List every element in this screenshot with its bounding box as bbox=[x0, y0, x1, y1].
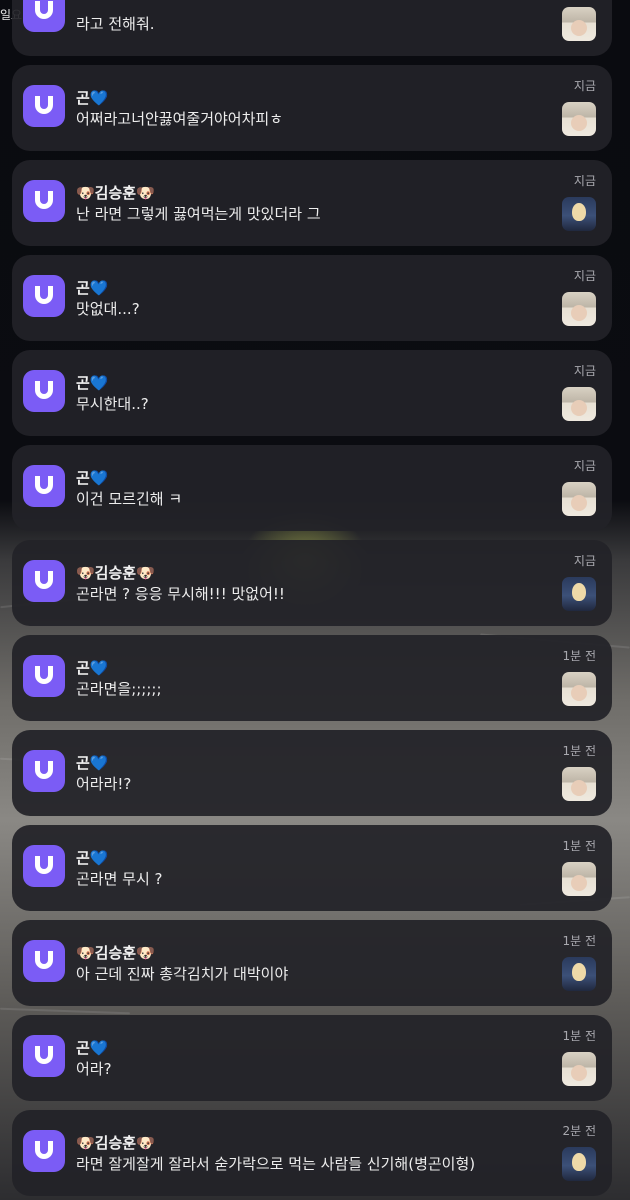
notification-message: 아 근데 진짜 총각김치가 대박이야 bbox=[76, 965, 289, 983]
notification-message: 라고 전해줘. bbox=[76, 15, 155, 33]
gon-avatar bbox=[562, 862, 596, 896]
seunghoon-avatar bbox=[562, 957, 596, 991]
notification-message: 곤라면을;;;;;; bbox=[76, 680, 162, 698]
app-icon bbox=[23, 0, 65, 32]
notification-time: 1분 전 bbox=[562, 649, 596, 663]
notification-time: 1분 전 bbox=[562, 839, 596, 853]
gon-avatar bbox=[562, 292, 596, 326]
notification-message: 어라? bbox=[76, 1060, 112, 1078]
app-icon bbox=[23, 180, 65, 222]
seunghoon-avatar bbox=[562, 197, 596, 231]
notification-card[interactable]: 🐶김승훈🐶 아 근데 진짜 총각김치가 대박이야 1분 전 bbox=[12, 920, 612, 1006]
app-icon bbox=[23, 655, 65, 697]
notification-card[interactable]: 곤💙 무시한대..? 지금 bbox=[12, 350, 612, 436]
gon-avatar bbox=[562, 7, 596, 41]
app-icon bbox=[23, 750, 65, 792]
notification-sender: 곤💙 bbox=[76, 374, 109, 392]
notification-message: 곤라면 무시 ? bbox=[76, 870, 163, 888]
app-icon bbox=[23, 465, 65, 507]
notification-time: 지금 bbox=[573, 364, 596, 378]
notification-time: 1분 전 bbox=[562, 744, 596, 758]
notification-card[interactable]: 곤💙 곤라면을;;;;;; 1분 전 bbox=[12, 635, 612, 721]
notification-card[interactable]: 곤💙 맛없대...? 지금 bbox=[12, 255, 612, 341]
notification-card[interactable]: 🐶김승훈🐶 난 라면 그렇게 끓여먹는게 맛있더라 그 지금 bbox=[12, 160, 612, 246]
notification-message: 이건 모르긴해 ㅋ bbox=[76, 490, 183, 508]
notification-card[interactable]: 곤💙 어라? 1분 전 bbox=[12, 1015, 612, 1101]
notification-sender: 곤💙 bbox=[76, 754, 109, 772]
notification-card[interactable]: 곤💙 어라라!? 1분 전 bbox=[12, 730, 612, 816]
notification-sender: 곤💙 bbox=[76, 89, 109, 107]
notification-time: 지금 bbox=[573, 79, 596, 93]
notification-sender: 🐶김승훈🐶 bbox=[76, 944, 155, 962]
notification-card[interactable]: 🐶김승훈🐶 라면 잘게잘게 잘라서 숟가락으로 먹는 사람들 신기해(병곤이형) 2… bbox=[12, 1110, 612, 1196]
notification-card[interactable]: 곤💙 이건 모르긴해 ㅋ 지금 bbox=[12, 445, 612, 531]
notification-sender: 🐶김승훈🐶 bbox=[76, 184, 155, 202]
notification-time: 지금 bbox=[573, 459, 596, 473]
app-icon bbox=[23, 1130, 65, 1172]
app-icon bbox=[23, 940, 65, 982]
notification-message: 맛없대...? bbox=[76, 300, 140, 318]
notification-sender: 🐶김승훈🐶 bbox=[76, 564, 155, 582]
notification-sender: 곤💙 bbox=[76, 469, 109, 487]
notification-card[interactable]: 곤💙 어쩌라고너안끓여줄거야어차피ㅎ 지금 bbox=[12, 65, 612, 151]
notification-message: 난 라면 그렇게 끓여먹는게 맛있더라 그 bbox=[76, 205, 321, 223]
notification-sender: 곤💙 bbox=[76, 659, 109, 677]
notification-message: 어쩌라고너안끓여줄거야어차피ㅎ bbox=[76, 110, 284, 128]
notification-sender: 곤💙 bbox=[76, 849, 109, 867]
app-icon bbox=[23, 845, 65, 887]
notification-sender: 🐶김승훈🐶 bbox=[76, 1134, 155, 1152]
notification-time: 1분 전 bbox=[562, 934, 596, 948]
notification-time: 1분 전 bbox=[562, 1029, 596, 1043]
notification-time: 지금 bbox=[573, 269, 596, 283]
notification-message: 무시한대..? bbox=[76, 395, 149, 413]
notification-time: 2분 전 bbox=[562, 1124, 596, 1138]
notification-sender: 곤💙 bbox=[76, 1039, 109, 1057]
notification-time: 지금 bbox=[573, 554, 596, 568]
gon-avatar bbox=[562, 482, 596, 516]
app-icon bbox=[23, 370, 65, 412]
notification-message: 라면 잘게잘게 잘라서 숟가락으로 먹는 사람들 신기해(병곤이형) bbox=[76, 1155, 476, 1173]
notification-message: 곤라면 ? 응응 무시해!!! 맛없어!! bbox=[76, 585, 285, 603]
notification-time: 지금 bbox=[573, 174, 596, 188]
notification-card[interactable]: 곤💙 곤라면 무시 ? 1분 전 bbox=[12, 825, 612, 911]
notification-card[interactable]: 🐶김승훈🐶 곤라면 ? 응응 무시해!!! 맛없어!! 지금 bbox=[12, 540, 612, 626]
app-icon bbox=[23, 85, 65, 127]
app-icon bbox=[23, 275, 65, 317]
gon-avatar bbox=[562, 387, 596, 421]
notification-message: 어라라!? bbox=[76, 775, 132, 793]
notification-sender: 곤💙 bbox=[76, 279, 109, 297]
app-icon bbox=[23, 1035, 65, 1077]
gon-avatar bbox=[562, 102, 596, 136]
app-icon bbox=[23, 560, 65, 602]
seunghoon-avatar bbox=[562, 1147, 596, 1181]
seunghoon-avatar bbox=[562, 577, 596, 611]
gon-avatar bbox=[562, 1052, 596, 1086]
notification-card-partial[interactable]: 라고 전해줘. bbox=[12, 0, 612, 56]
gon-avatar bbox=[562, 672, 596, 706]
gon-avatar bbox=[562, 767, 596, 801]
